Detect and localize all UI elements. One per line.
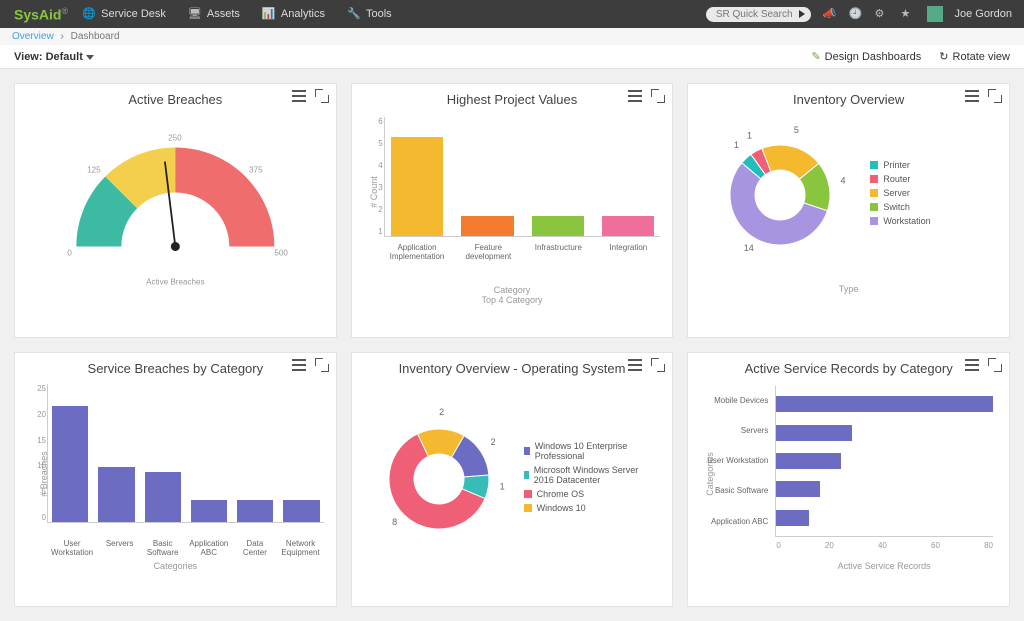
bar bbox=[776, 453, 841, 469]
top-nav: SysAid® 🌐Service Desk 🖥Assets 📊Analytics… bbox=[0, 0, 1024, 28]
donut-chart: 2 1 8 2 bbox=[354, 394, 524, 564]
bar bbox=[237, 500, 273, 522]
panel-title: Active Service Records by Category bbox=[690, 361, 1007, 376]
panel-title: Active Breaches bbox=[17, 92, 334, 107]
chevron-down-icon bbox=[86, 55, 94, 60]
nav-tools[interactable]: 🔧Tools bbox=[347, 7, 392, 21]
panel-title: Inventory Overview - Operating System bbox=[354, 361, 671, 376]
donut-chart: 11 5 4 14 bbox=[690, 110, 870, 280]
panel-inventory-os: Inventory Overview - Operating System 2 1… bbox=[351, 352, 674, 607]
panel-inventory-overview: Inventory Overview 11 5 4 14 PrinterRouterS… bbox=[687, 83, 1010, 338]
nav-analytics[interactable]: 📊Analytics bbox=[262, 7, 325, 21]
rotate-view-button[interactable]: ↻Rotate view bbox=[939, 50, 1010, 63]
chart-icon: 📊 bbox=[262, 7, 276, 21]
panel-active-service-records: Active Service Records by Category Categ… bbox=[687, 352, 1010, 607]
panel-menu-icon[interactable] bbox=[628, 359, 642, 371]
chart-legend: Windows 10 Enterprise ProfessionalMicros… bbox=[524, 441, 644, 517]
dashboard-toolbar: View: Default ✎Design Dashboards ↻Rotate… bbox=[0, 45, 1024, 69]
svg-text:8: 8 bbox=[392, 517, 397, 527]
svg-text:1: 1 bbox=[499, 481, 504, 491]
crumb-sep: › bbox=[56, 31, 67, 42]
svg-text:14: 14 bbox=[744, 242, 754, 252]
bar bbox=[98, 467, 134, 522]
panel-title: Service Breaches by Category bbox=[17, 361, 334, 376]
bar bbox=[145, 472, 181, 522]
search-input[interactable]: SR Quick Search bbox=[706, 7, 811, 22]
star-icon[interactable]: ★ bbox=[901, 7, 915, 21]
bar bbox=[283, 500, 319, 522]
panel-title: Highest Project Values bbox=[354, 92, 671, 107]
monitor-icon: 🖥 bbox=[188, 7, 202, 21]
pencil-icon: ✎ bbox=[811, 50, 820, 63]
bar bbox=[191, 500, 227, 522]
svg-text:250: 250 bbox=[168, 133, 182, 142]
chart-legend: PrinterRouterServerSwitchWorkstation bbox=[870, 160, 930, 230]
bar bbox=[52, 406, 88, 522]
x-axis-label: Category bbox=[354, 285, 671, 295]
expand-icon[interactable] bbox=[316, 90, 328, 102]
bar bbox=[776, 425, 852, 441]
bar bbox=[461, 216, 513, 236]
expand-icon[interactable] bbox=[652, 359, 664, 371]
panel-menu-icon[interactable] bbox=[628, 90, 642, 102]
panel-title: Inventory Overview bbox=[690, 92, 1007, 107]
gauge-chart: 0 125 250 375 500 Active Breaches bbox=[17, 107, 334, 287]
svg-text:125: 125 bbox=[87, 166, 101, 175]
search-placeholder: SR Quick Search bbox=[716, 9, 793, 20]
svg-text:0: 0 bbox=[67, 249, 72, 258]
panel-menu-icon[interactable] bbox=[965, 359, 979, 371]
panel-service-breaches: Service Breaches by Category # Breaches … bbox=[14, 352, 337, 607]
expand-icon[interactable] bbox=[989, 90, 1001, 102]
svg-text:375: 375 bbox=[249, 166, 263, 175]
panel-menu-icon[interactable] bbox=[292, 90, 306, 102]
crumb-dashboard[interactable]: Dashboard bbox=[71, 31, 120, 42]
nav-assets[interactable]: 🖥Assets bbox=[188, 7, 240, 21]
bar bbox=[776, 510, 808, 526]
crumb-overview[interactable]: Overview bbox=[12, 31, 54, 42]
megaphone-icon[interactable]: 📣 bbox=[823, 7, 837, 21]
x-axis-label: Categories bbox=[17, 561, 334, 571]
expand-icon[interactable] bbox=[989, 359, 1001, 371]
bar bbox=[532, 216, 584, 236]
bar bbox=[391, 137, 443, 236]
panel-highest-project-values: Highest Project Values # Count 123456 Ap… bbox=[351, 83, 674, 338]
expand-icon[interactable] bbox=[316, 359, 328, 371]
globe-icon: 🌐 bbox=[82, 7, 96, 21]
logo[interactable]: SysAid® bbox=[0, 6, 82, 23]
svg-text:2: 2 bbox=[439, 407, 444, 417]
view-selector[interactable]: View: Default bbox=[14, 51, 94, 63]
bar bbox=[602, 216, 654, 236]
svg-text:Active Breaches: Active Breaches bbox=[146, 277, 204, 286]
bar bbox=[776, 396, 993, 412]
svg-text:1: 1 bbox=[747, 130, 752, 140]
svg-text:1: 1 bbox=[734, 140, 739, 150]
panel-menu-icon[interactable] bbox=[292, 359, 306, 371]
svg-text:5: 5 bbox=[794, 125, 799, 135]
nav-service-desk[interactable]: 🌐Service Desk bbox=[82, 7, 166, 21]
panels-grid: Active Breaches 0 125 250 375 500 Active bbox=[0, 69, 1024, 621]
chart-subtitle: Type bbox=[690, 284, 1007, 294]
wrench-icon: 🔧 bbox=[347, 7, 361, 21]
panel-menu-icon[interactable] bbox=[965, 90, 979, 102]
bar bbox=[776, 481, 819, 497]
svg-text:2: 2 bbox=[490, 436, 495, 446]
refresh-icon: ↻ bbox=[939, 50, 948, 63]
breadcrumb: Overview › Dashboard bbox=[0, 28, 1024, 45]
avatar[interactable] bbox=[927, 6, 943, 22]
gear-icon[interactable]: ⚙ bbox=[875, 7, 889, 21]
expand-icon[interactable] bbox=[652, 90, 664, 102]
x-axis-label: Active Service Records bbox=[775, 561, 993, 571]
search-go-icon[interactable] bbox=[799, 10, 805, 18]
clock-icon[interactable]: 🕘 bbox=[849, 7, 863, 21]
design-dashboards-button[interactable]: ✎Design Dashboards bbox=[811, 50, 921, 63]
chart-subtitle: Top 4 Category bbox=[354, 295, 671, 305]
panel-active-breaches: Active Breaches 0 125 250 375 500 Active bbox=[14, 83, 337, 338]
user-name[interactable]: Joe Gordon bbox=[955, 8, 1012, 20]
svg-text:4: 4 bbox=[841, 175, 846, 185]
svg-text:500: 500 bbox=[274, 249, 288, 258]
